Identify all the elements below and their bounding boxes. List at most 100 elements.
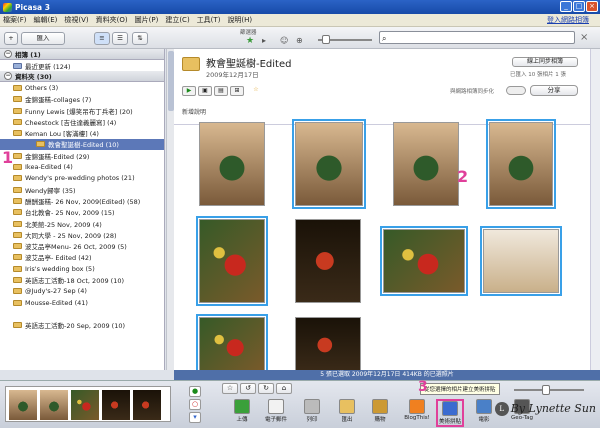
folder-item[interactable]: 台北教會- 25 Nov, 2009 (15) <box>0 207 164 218</box>
menu-picture[interactable]: 圖片(P) <box>135 15 159 25</box>
tag-icon[interactable]: ⌂ <box>276 383 292 394</box>
folder-item[interactable]: 波艾品亭Menu- 26 Oct, 2009 (5) <box>0 240 164 251</box>
folder-item[interactable]: Wendy's pre-wedding photos (21) <box>0 173 164 184</box>
menu-tools[interactable]: 工具(T) <box>197 15 221 25</box>
menu-create[interactable]: 建立(C) <box>165 15 189 25</box>
share-button[interactable]: 分享 <box>530 85 578 96</box>
collapse-icon[interactable]: − <box>4 72 12 81</box>
tray-thumb[interactable] <box>9 390 37 420</box>
folder-item[interactable]: 酬酬蛋糕- 26 Nov, 2009(Edited) (58) <box>0 195 164 206</box>
photo-count: 已匯入 10 張相片 1 張 <box>510 72 566 78</box>
zoom-slider[interactable] <box>500 385 590 395</box>
close-button[interactable]: × <box>586 1 598 12</box>
action-5-button[interactable]: BlogThis! <box>403 399 431 427</box>
photo-thumbnail[interactable] <box>295 219 361 303</box>
sign-in-link[interactable]: 登入網路相簿 <box>547 15 589 25</box>
photo-thumbnail[interactable] <box>196 314 268 376</box>
album-scrollbar[interactable] <box>590 49 600 370</box>
tree-view-button[interactable]: ≡ <box>94 32 110 45</box>
rotate-right-icon[interactable]: ↻ <box>258 383 274 394</box>
star-icon[interactable]: ☆ <box>249 86 263 96</box>
sidebar-scrollbar[interactable] <box>166 49 174 370</box>
import-button[interactable]: 匯入 <box>21 32 65 45</box>
folders-header[interactable]: − 資料夾 (30) <box>0 71 164 83</box>
folder-item[interactable]: Wendy歸寧 (35) <box>0 184 164 195</box>
folder-item[interactable]: @Judy's-27 Sep (4) <box>0 286 164 297</box>
folder-item[interactable]: 英語志工活動-18 Oct, 2009 (10) <box>0 274 164 285</box>
folder-item[interactable]: 英語志工活動-20 Sep, 2009 (10) <box>0 320 164 331</box>
folder-item[interactable]: Ikea-Edited (4) <box>0 161 164 172</box>
folder-item[interactable]: 波艾品亭- Edited (42) <box>0 252 164 263</box>
slider-knob[interactable] <box>322 35 330 44</box>
geotag-filter-icon[interactable]: ⊕ <box>296 36 303 45</box>
sync-toggle[interactable] <box>506 86 526 95</box>
folder-item[interactable]: 金錦蛋糕-collages (7) <box>0 94 164 105</box>
sync-album-button[interactable]: 線上同步相簿 <box>512 57 578 67</box>
date-slider[interactable] <box>318 35 372 44</box>
tray-thumb[interactable] <box>133 390 161 420</box>
play-slideshow-icon[interactable]: ▶ <box>182 86 196 96</box>
folder-item[interactable]: Others (3) <box>0 82 164 93</box>
star-filter-icon[interactable]: ★ <box>246 36 254 46</box>
menu-view[interactable]: 檢視(V) <box>64 15 88 25</box>
action-0-button[interactable]: 上傳 <box>228 399 256 427</box>
album-icon <box>13 62 22 69</box>
folder-item[interactable]: Keman Lou [客滿樓] (4) <box>0 127 164 138</box>
hold-icon[interactable]: ● <box>189 386 201 397</box>
clear-search-icon[interactable]: × <box>580 32 593 44</box>
tray-thumb[interactable] <box>102 390 130 420</box>
sort-button[interactable]: ⇅ <box>132 32 148 45</box>
albums-header[interactable]: − 相簿 (1) <box>0 49 164 60</box>
folder-item[interactable]: Cheestock [吉住達義麗寫] (4) <box>0 116 164 127</box>
action-6-button[interactable]: 美術拼貼 <box>436 399 464 427</box>
folder-icon <box>13 209 22 216</box>
folder-item[interactable]: 大同大學 - 25 Nov, 2009 (28) <box>0 229 164 240</box>
people-filter-icon[interactable]: ☺ <box>280 36 288 45</box>
action-1-button[interactable]: 電子郵件 <box>262 399 290 427</box>
search-input[interactable]: ⌕ <box>379 31 575 44</box>
photo-thumbnail[interactable] <box>393 122 459 206</box>
video-filter-icon[interactable]: ▸ <box>262 36 266 45</box>
menu-edit[interactable]: 編輯(E) <box>34 15 58 25</box>
folder-item[interactable]: 北美館-25 Nov, 2009 (4) <box>0 218 164 229</box>
add-button[interactable]: + <box>4 32 18 45</box>
folder-icon <box>13 152 22 159</box>
folder-item[interactable] <box>0 308 164 319</box>
photo-thumbnail[interactable] <box>292 119 366 209</box>
folder-item[interactable]: 金錦蛋糕-Edited (29) <box>0 150 164 161</box>
zoom-knob[interactable] <box>542 385 550 395</box>
star-icon[interactable]: ☆ <box>222 383 238 394</box>
photo-thumbnail[interactable] <box>486 119 556 209</box>
menu-help[interactable]: 說明(H) <box>227 15 252 25</box>
maximize-button[interactable]: □ <box>573 1 585 12</box>
flat-view-button[interactable]: ☰ <box>112 32 128 45</box>
album-caption[interactable]: 新增說明 <box>182 107 206 116</box>
tray-thumb[interactable] <box>71 390 99 420</box>
collapse-icon[interactable]: − <box>4 50 12 58</box>
add-to-album-icon[interactable]: ▾ <box>189 412 201 423</box>
folder-item[interactable]: Funny Lewis [爆笑吊布丁兵老] (20) <box>0 105 164 116</box>
photo-thumbnail[interactable] <box>199 122 265 206</box>
photo-thumbnail[interactable] <box>380 226 468 296</box>
folder-item[interactable]: Iris's wedding box (5) <box>0 263 164 274</box>
minimize-button[interactable]: _ <box>560 1 572 12</box>
action-2-button[interactable]: 列印 <box>298 399 326 427</box>
photo-thumbnail[interactable] <box>480 226 562 296</box>
action-3-button[interactable]: 匯出 <box>333 399 361 427</box>
photo-thumbnail[interactable] <box>196 216 268 306</box>
rotate-left-icon[interactable]: ↺ <box>240 383 256 394</box>
recent-album[interactable]: 最近更新 (124) <box>0 60 164 71</box>
menu-folder[interactable]: 資料夾(O) <box>96 15 128 25</box>
album-title[interactable]: 教會聖誕樹-Edited <box>206 55 291 70</box>
folder-label: 波艾品亭Menu- 26 Oct, 2009 (5) <box>25 243 127 252</box>
tray-thumb[interactable] <box>40 390 68 420</box>
collage-icon[interactable]: ▣ <box>198 86 212 96</box>
menu-file[interactable]: 檔案(F) <box>3 15 27 25</box>
folder-item[interactable]: Mousse-Edited (41) <box>0 297 164 308</box>
photo-thumbnail[interactable] <box>295 317 361 373</box>
folder-item[interactable]: 教會聖誕樹-Edited (10) <box>0 138 164 151</box>
webalbum-icon[interactable]: ⊞ <box>230 86 244 96</box>
movie-icon[interactable]: ▤ <box>214 86 228 96</box>
action-4-button[interactable]: 購物 <box>366 399 394 427</box>
clear-tray-icon[interactable]: ○ <box>189 399 201 410</box>
